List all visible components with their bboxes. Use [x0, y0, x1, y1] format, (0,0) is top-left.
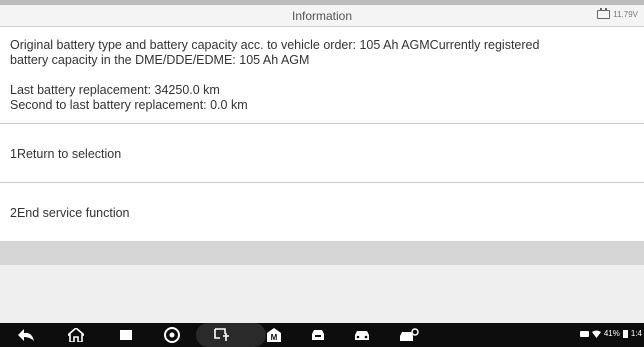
- empty-list-band: [0, 241, 644, 265]
- vci-connect-icon[interactable]: [210, 325, 234, 345]
- wifi-icon: [591, 330, 601, 338]
- car-battery-icon: [597, 8, 611, 19]
- car-diagnostic-icon[interactable]: [306, 325, 330, 345]
- page-title: Information: [291, 9, 353, 23]
- battery-voltage-indicator: 11.79V: [597, 8, 638, 19]
- registered-capacity-text: battery capacity in the DME/DDE/EDME: 10…: [10, 53, 310, 67]
- end-service-function-option[interactable]: 2End service function: [0, 184, 644, 242]
- battery-type-text: Original battery type and battery capaci…: [10, 38, 540, 52]
- back-icon[interactable]: [14, 325, 38, 345]
- title-bar: Information 11.79V: [0, 5, 644, 27]
- second-last-replacement-text: Second to last battery replacement: 0.0 …: [10, 98, 248, 112]
- recent-apps-icon[interactable]: [114, 325, 138, 345]
- svg-text:M: M: [271, 333, 278, 342]
- battery-percent: 41%: [603, 329, 620, 338]
- android-navigation-bar: M 41% 1:4: [0, 323, 644, 347]
- chrome-browser-icon[interactable]: [160, 325, 184, 345]
- empty-footer-area: [0, 265, 644, 323]
- option-label: 2End service function: [10, 205, 130, 220]
- car-service-icon[interactable]: [350, 325, 374, 345]
- clock-time: 1:4: [630, 329, 642, 338]
- maintenance-m-icon[interactable]: M: [262, 325, 286, 345]
- notification-icon: [579, 330, 589, 337]
- battery-voltage-value: 11.79V: [613, 10, 638, 19]
- information-panel: Original battery type and battery capaci…: [0, 28, 644, 124]
- option-label: 1Return to selection: [10, 146, 122, 161]
- home-icon[interactable]: [64, 325, 88, 345]
- last-replacement-text: Last battery replacement: 34250.0 km: [10, 83, 220, 97]
- status-area: 41% 1:4: [579, 329, 642, 338]
- return-to-selection-option[interactable]: 1Return to selection: [0, 125, 644, 183]
- battery-level-icon: [622, 329, 628, 338]
- car-settings-icon[interactable]: [396, 325, 422, 345]
